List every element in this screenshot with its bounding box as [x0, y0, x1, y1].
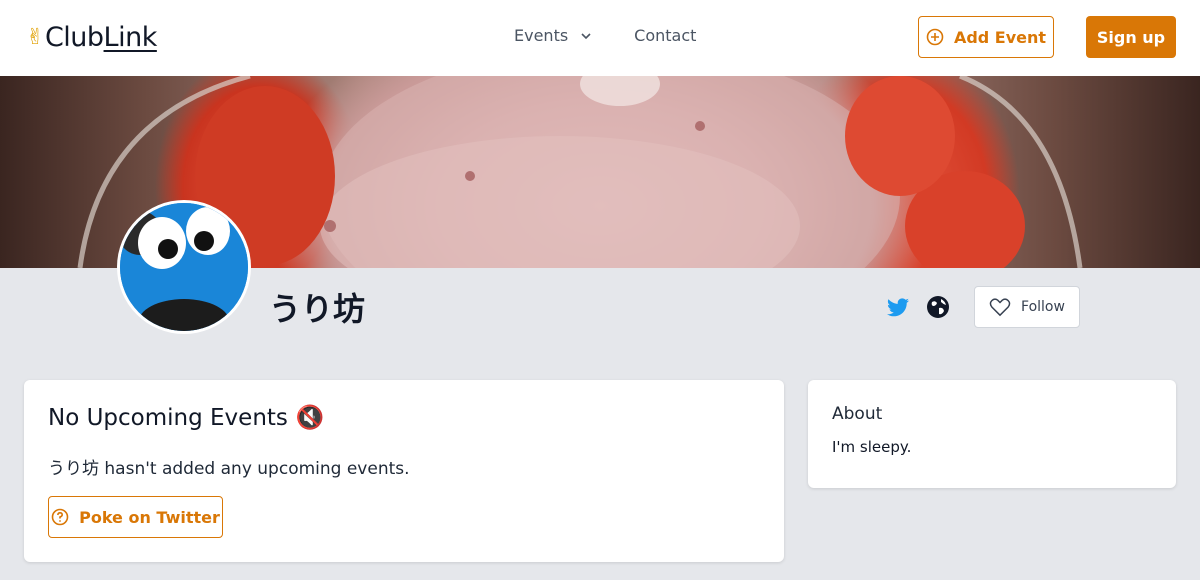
follow-button[interactable]: Follow — [974, 286, 1080, 328]
events-title-text: No Upcoming Events — [48, 404, 288, 431]
events-card-title: No Upcoming Events 🔇 — [48, 404, 325, 432]
muted-speaker-icon: 🔇 — [295, 405, 325, 431]
plus-circle-icon — [926, 28, 944, 46]
follow-label: Follow — [1021, 299, 1065, 315]
about-title: About — [832, 404, 883, 424]
nav-events-dropdown[interactable]: Events — [514, 26, 592, 45]
poke-label: Poke on Twitter — [79, 507, 220, 527]
question-circle-icon — [51, 508, 69, 526]
twitter-icon[interactable] — [886, 295, 910, 319]
poke-on-twitter-button[interactable]: Poke on Twitter — [48, 496, 223, 538]
events-empty-message: うり坊 hasn't added any upcoming events. — [48, 459, 410, 479]
nav-events-label: Events — [514, 26, 569, 45]
signup-button[interactable]: Sign up — [1086, 16, 1176, 58]
chevron-down-icon — [581, 32, 591, 39]
top-nav-bar: ✌ Club Link Events Contact Add Event Sign… — [0, 0, 1200, 76]
about-text: I'm sleepy. — [832, 438, 912, 456]
main-nav: Events Contact — [514, 26, 696, 45]
profile-name: うり坊 — [269, 290, 366, 328]
cookie-monster-avatar-illustration — [120, 203, 248, 331]
about-card: About I'm sleepy. — [808, 380, 1176, 488]
globe-icon[interactable] — [926, 295, 950, 319]
add-event-label: Add Event — [953, 27, 1047, 47]
clublink-logo[interactable]: ✌ Club Link — [26, 22, 157, 53]
logo-text-link: Link — [103, 22, 158, 53]
nav-contact-link[interactable]: Contact — [634, 26, 696, 45]
avatar-image — [120, 203, 248, 331]
add-event-button[interactable]: Add Event — [918, 16, 1054, 58]
profile-avatar — [117, 200, 251, 334]
logo-text-club: Club — [44, 22, 104, 53]
heart-icon — [989, 298, 1011, 317]
victory-hand-icon: ✌ — [26, 25, 44, 50]
upcoming-events-card: No Upcoming Events 🔇 うり坊 hasn't added an… — [24, 380, 784, 562]
